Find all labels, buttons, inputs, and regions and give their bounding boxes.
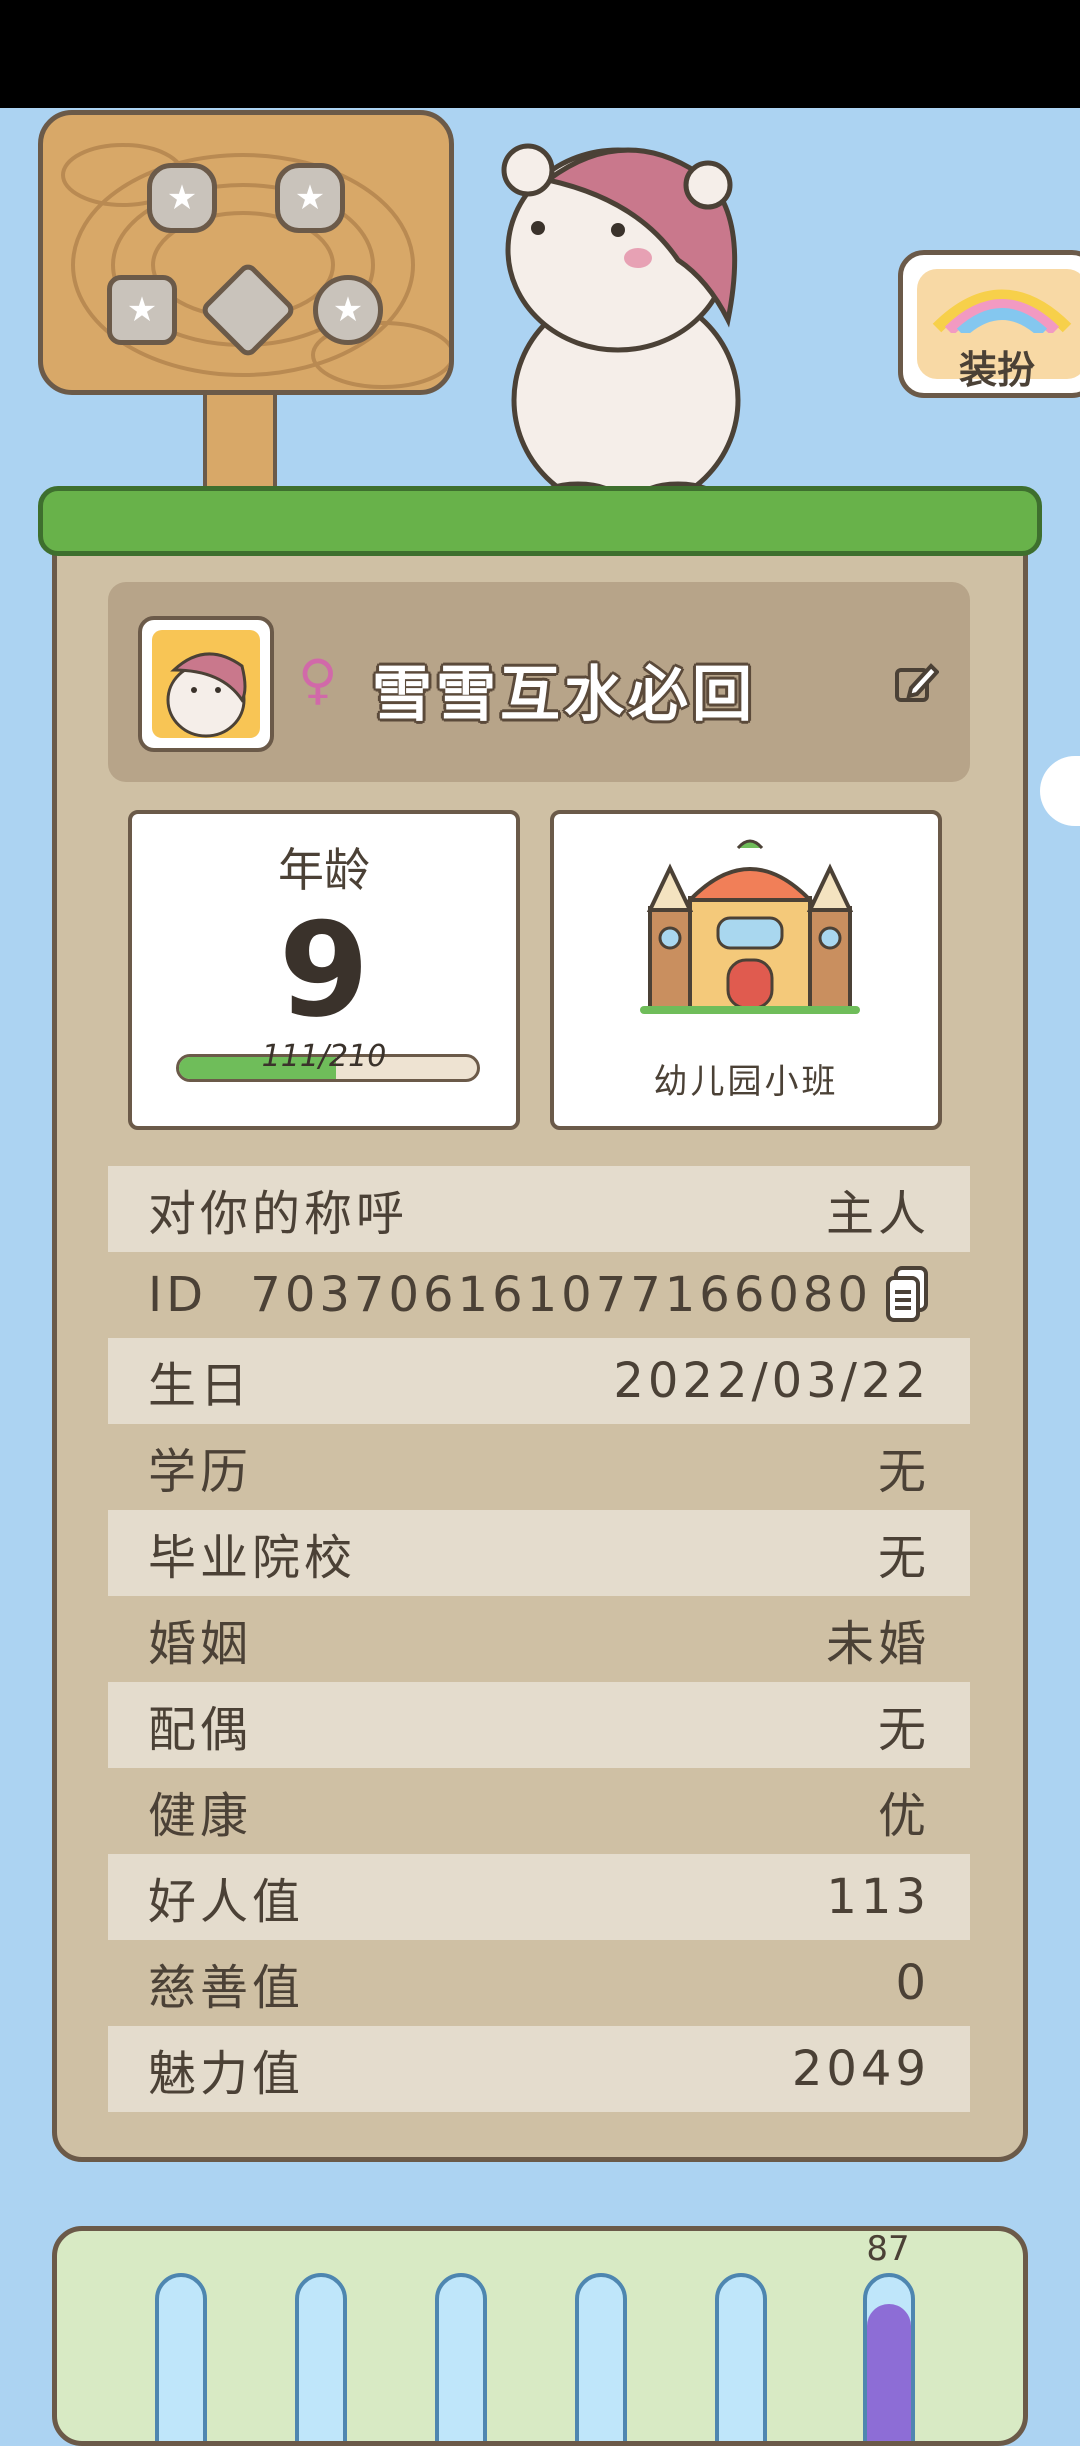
- stat-tube-6[interactable]: [863, 2273, 915, 2441]
- profile-details-list: 对你的称呼 主人 ID 703706161077166080 生日 2022/0…: [108, 1166, 970, 2112]
- detail-row-spouse: 配偶 无: [108, 1682, 970, 1768]
- avatar-image: [152, 630, 260, 738]
- detail-value: 2022/03/22: [613, 1353, 930, 1409]
- detail-value: 优: [877, 1788, 930, 1844]
- hedgehog-avatar-icon: [166, 652, 247, 738]
- stat-tube-3[interactable]: [435, 2273, 487, 2441]
- rainbow-icon: [932, 289, 1072, 333]
- detail-row-charm: 魅力值 2049: [108, 2026, 970, 2112]
- detail-label: 魅力值: [148, 2046, 305, 2102]
- badge-1-icon[interactable]: ★: [147, 163, 217, 233]
- badge-star-icon[interactable]: ★: [313, 275, 383, 345]
- age-label: 年龄: [278, 843, 370, 897]
- detail-label: ID: [148, 1267, 208, 1323]
- detail-row-marital-status: 婚姻 未婚: [108, 1596, 970, 1682]
- avatar[interactable]: [138, 616, 274, 752]
- detail-value: 703706161077166080: [250, 1267, 872, 1323]
- detail-row-nickname-for-you: 对你的称呼 主人: [108, 1166, 970, 1252]
- detail-row-goodness: 好人值 113: [108, 1854, 970, 1940]
- badge-shield-icon[interactable]: ★: [107, 275, 177, 345]
- edit-icon[interactable]: [893, 660, 939, 706]
- dressup-label: 装扮: [959, 348, 1036, 392]
- detail-row-id: ID 703706161077166080: [108, 1252, 970, 1338]
- detail-value: 0: [895, 1955, 930, 2011]
- status-bar: [0, 0, 1080, 108]
- nickname: 雪雪互水必回: [372, 660, 756, 730]
- kindergarten-building-icon: [640, 839, 860, 1014]
- detail-label: 健康: [148, 1788, 253, 1844]
- detail-label: 生日: [148, 1358, 253, 1414]
- detail-value: 无: [877, 1702, 930, 1758]
- school-card[interactable]: 幼儿园小班: [550, 810, 942, 1130]
- detail-value: 未婚: [825, 1616, 930, 1672]
- stat-tube-5[interactable]: [715, 2273, 767, 2441]
- detail-row-education: 学历 无: [108, 1424, 970, 1510]
- detail-value: 无: [877, 1444, 930, 1500]
- detail-label: 好人值: [148, 1874, 305, 1930]
- detail-value: 主人: [825, 1186, 930, 1242]
- stat-tube-6-value: 87: [866, 2229, 910, 2269]
- detail-row-charity: 慈善值 0: [108, 1940, 970, 2026]
- detail-label: 毕业院校: [148, 1530, 357, 1586]
- stat-tube-2[interactable]: [295, 2273, 347, 2441]
- detail-label: 婚姻: [148, 1616, 253, 1672]
- detail-label: 慈善值: [148, 1960, 305, 2016]
- detail-label: 配偶: [148, 1702, 253, 1758]
- stat-tubes-panel: 87: [52, 2226, 1028, 2446]
- stat-tube-1[interactable]: [155, 2273, 207, 2441]
- stat-tube-6-fill: [867, 2303, 911, 2441]
- badge-signboard[interactable]: ★ ★ ★ ★: [38, 110, 454, 395]
- badge-2-icon[interactable]: ★: [275, 163, 345, 233]
- detail-row-birthday: 生日 2022/03/22: [108, 1338, 970, 1424]
- detail-row-graduated-school: 毕业院校 无: [108, 1510, 970, 1596]
- detail-label: 对你的称呼: [148, 1186, 409, 1242]
- gender-female-icon: ♀: [298, 648, 338, 711]
- cloud-decoration: [1040, 756, 1080, 826]
- detail-value: 113: [826, 1869, 930, 1925]
- age-progress-text: 111/210: [261, 1039, 387, 1074]
- age-value: 9: [278, 894, 370, 1046]
- detail-row-health: 健康 优: [108, 1768, 970, 1854]
- school-name: 幼儿园小班: [653, 1062, 839, 1102]
- grass-strip: [38, 486, 1042, 556]
- stat-tube-4[interactable]: [575, 2273, 627, 2441]
- hedgehog-character[interactable]: [478, 140, 774, 522]
- dressup-background: 装扮: [917, 269, 1080, 392]
- dressup-button[interactable]: 装扮: [898, 250, 1080, 398]
- detail-value: 2049: [791, 2041, 930, 2097]
- detail-value: 无: [877, 1530, 930, 1586]
- copy-icon[interactable]: [884, 1266, 930, 1324]
- age-card[interactable]: 年龄 9 111/210: [128, 810, 520, 1130]
- detail-label: 学历: [148, 1444, 253, 1500]
